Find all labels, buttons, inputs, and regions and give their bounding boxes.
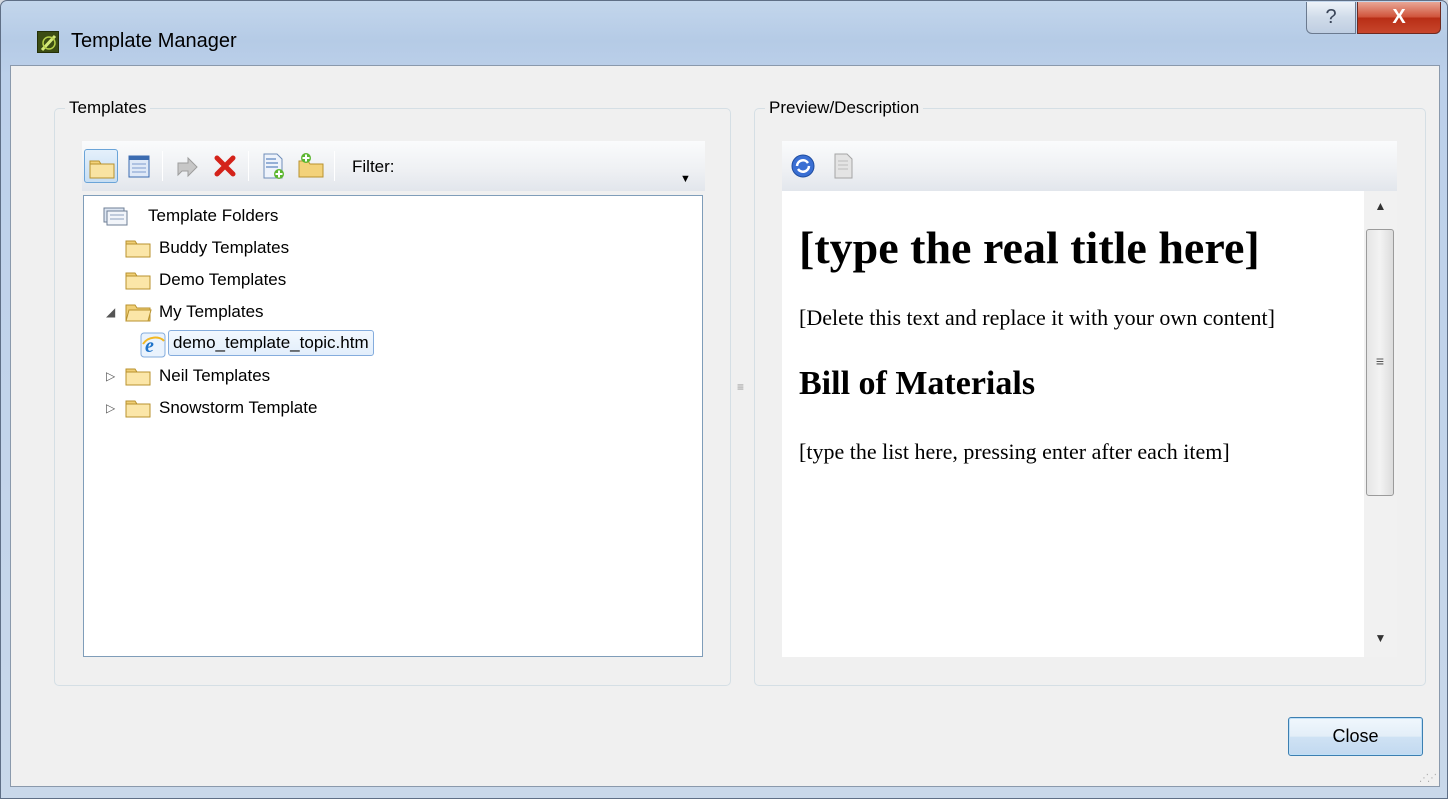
template-folders-icon [103, 207, 128, 226]
filter-label: Filter: [352, 157, 395, 176]
preview-vertical-scrollbar[interactable]: ▲ ≡ ▼ [1364, 191, 1397, 657]
delete-button[interactable] [208, 149, 242, 183]
tree-expander[interactable]: ◢ [106, 305, 120, 319]
folder-view-icon [89, 160, 115, 179]
new-folder-button[interactable] [294, 149, 328, 183]
tree-item-label: My Templates [159, 302, 264, 321]
edit-document-button[interactable] [826, 149, 860, 183]
refresh-icon [791, 154, 815, 178]
preview-paragraph: [Delete this text and replace it with yo… [799, 305, 1275, 330]
tree-item-label: Demo Templates [159, 270, 287, 289]
templates-groupbox: Templates Filter: ▼ Template Folders Bud… [54, 98, 731, 686]
preview-pane[interactable]: [type the real title here] [Delete this … [782, 191, 1364, 657]
tree-item-label: Snowstorm Template [159, 398, 318, 417]
preview-group-label: Preview/Description [765, 98, 924, 118]
tree-item-label: demo_template_topic.htm [168, 330, 374, 356]
tree-expander[interactable]: ▷ [106, 401, 120, 415]
template-manager-window: Template Manager ? X Templates Filter: ▼… [0, 0, 1448, 799]
preview-groupbox: Preview/Description [type the real title… [754, 98, 1426, 686]
app-icon [37, 31, 59, 53]
splitter-handle[interactable]: ≡ [737, 380, 744, 394]
tree-root-label: Template Folders [148, 206, 279, 225]
edit-document-icon [834, 153, 853, 179]
export-icon [177, 156, 198, 178]
toolbar-overflow-button[interactable]: ▼ [680, 173, 691, 185]
folder-icon [125, 240, 151, 258]
export-button[interactable] [170, 149, 204, 183]
list-view-button[interactable] [122, 149, 156, 183]
tree-item-label: Buddy Templates [159, 238, 290, 257]
delete-icon [214, 155, 236, 177]
scroll-down-arrow[interactable]: ▼ [1364, 631, 1397, 645]
scroll-thumb[interactable]: ≡ [1366, 229, 1394, 496]
close-button[interactable]: Close [1288, 717, 1423, 756]
templates-group-label: Templates [65, 98, 151, 118]
scroll-thumb-grip: ≡ [1375, 352, 1385, 369]
resize-grip[interactable]: ⋰⋰ [1419, 773, 1437, 784]
preview-subheading: Bill of Materials [799, 365, 1036, 402]
template-tree[interactable]: Template Folders Buddy Templates Demo Te… [83, 195, 703, 657]
templates-toolbar: Filter: ▼ [82, 141, 705, 191]
list-view-icon [128, 155, 150, 178]
tree-expander[interactable]: ▷ [106, 369, 120, 383]
dialog-body: Templates Filter: ▼ Template Folders Bud… [10, 65, 1440, 787]
folder-icon [125, 400, 151, 418]
folder-icon [125, 368, 151, 386]
preview-toolbar [782, 141, 1397, 191]
refresh-button[interactable] [786, 149, 820, 183]
preview-heading: [type the real title here] [799, 222, 1260, 273]
help-button[interactable]: ? [1306, 2, 1356, 34]
open-folder-icon [125, 304, 152, 322]
window-title: Template Manager [71, 30, 237, 52]
tree-item-label: Neil Templates [159, 366, 271, 385]
window-close-button[interactable]: X [1357, 2, 1441, 34]
new-folder-icon [298, 153, 324, 178]
preview-paragraph: [type the list here, pressing enter afte… [799, 439, 1230, 464]
folder-view-button[interactable] [84, 149, 118, 183]
new-template-button[interactable] [256, 149, 290, 183]
new-template-icon [263, 153, 284, 179]
ie-document-icon: e [140, 332, 166, 358]
scroll-up-arrow[interactable]: ▲ [1364, 199, 1397, 213]
folder-icon [125, 272, 151, 290]
